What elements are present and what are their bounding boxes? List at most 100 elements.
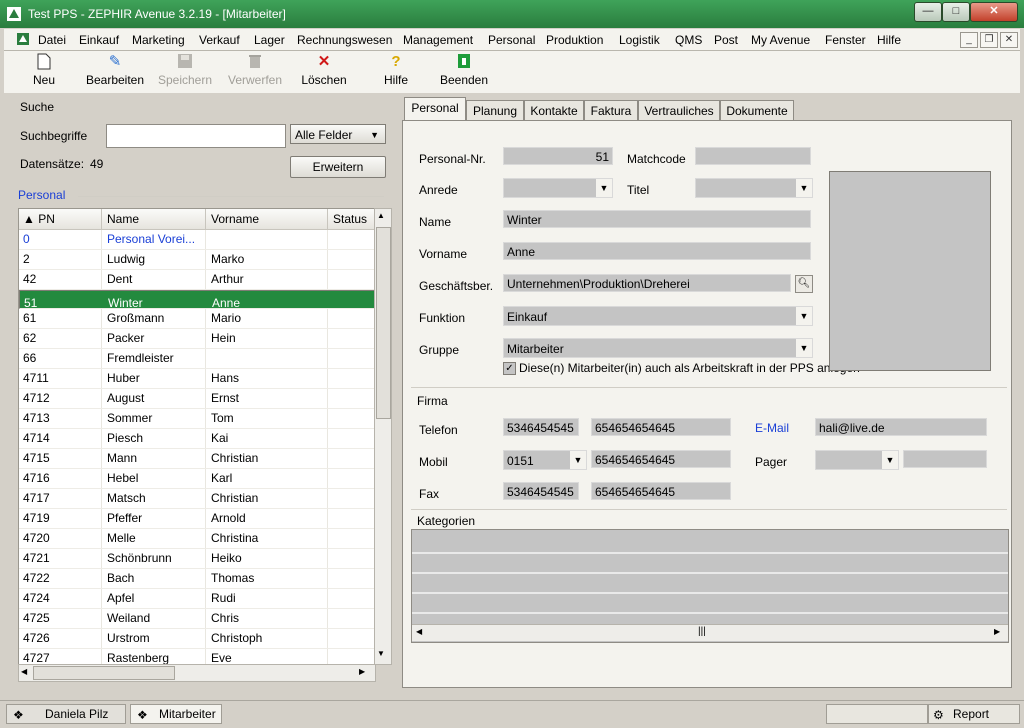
scroll-left-icon[interactable]: ◀ [416, 627, 422, 636]
table-row[interactable]: 4719 Pfeffer Arnold [19, 509, 375, 529]
scroll-thumb[interactable] [33, 666, 175, 680]
table-row[interactable]: 4725 Weiland Chris [19, 609, 375, 629]
menu-post[interactable]: Post [714, 33, 738, 47]
expand-button[interactable]: Erweitern [290, 156, 386, 178]
report-button[interactable]: ⚙ Report [928, 704, 1020, 724]
mdi-restore-button[interactable]: ❐ [980, 32, 998, 48]
telefon-area-field[interactable]: 5346454545 [503, 418, 579, 436]
search-filter-select[interactable]: Alle Felder ▼ [290, 124, 386, 144]
mdi-close-button[interactable]: ✕ [1000, 32, 1018, 48]
table-row[interactable]: 4724 Apfel Rudi [19, 589, 375, 609]
column-header-status[interactable]: Status [333, 212, 367, 226]
menu-lager[interactable]: Lager [254, 33, 285, 47]
gruppe-select[interactable]: Mitarbeiter ▼ [503, 338, 813, 358]
fax-area-field[interactable]: 5346454545 [503, 482, 579, 500]
anrede-select[interactable]: ▼ [503, 178, 613, 198]
mobil-prefix-select[interactable]: 0151 ▼ [503, 450, 587, 470]
maximize-button[interactable]: □ [942, 2, 970, 22]
new-button[interactable]: Neu [22, 53, 66, 91]
column-separator[interactable] [205, 209, 206, 229]
table-row[interactable]: 61 Großmann Mario [19, 309, 375, 329]
column-separator[interactable] [327, 209, 328, 229]
fax-number-field[interactable]: 654654654645 [591, 482, 731, 500]
column-header-name[interactable]: Name [107, 212, 139, 226]
menu-marketing[interactable]: Marketing [132, 33, 185, 47]
table-row[interactable]: 4715 Mann Christian [19, 449, 375, 469]
exit-button[interactable]: Beenden [436, 53, 492, 91]
personal-nr-field[interactable]: 51 [503, 147, 613, 165]
table-row[interactable]: 62 Packer Hein [19, 329, 375, 349]
table-row[interactable]: 4717 Matsch Christian [19, 489, 375, 509]
matchcode-field[interactable] [695, 147, 811, 165]
email-field[interactable]: hali@live.de [815, 418, 987, 436]
table-row[interactable]: 4713 Sommer Tom [19, 409, 375, 429]
employee-photo[interactable] [829, 171, 991, 371]
bereich-field[interactable]: Unternehmen\Produktion\Dreherei [503, 274, 791, 292]
table-row[interactable]: 4727 Rastenberg Eve [19, 649, 375, 664]
tab-kontakte[interactable]: Kontakte [524, 100, 584, 121]
table-row[interactable]: 4726 Urstrom Christoph [19, 629, 375, 649]
scroll-left-icon[interactable]: ◀ [21, 667, 27, 676]
menu-qms[interactable]: QMS [675, 33, 702, 47]
titel-select[interactable]: ▼ [695, 178, 813, 198]
search-input[interactable] [106, 124, 286, 148]
menu-produktion[interactable]: Produktion [546, 33, 603, 47]
horizontal-scrollbar[interactable]: ◀ ▶ [18, 664, 376, 682]
help-button[interactable]: ? Hilfe [376, 53, 416, 91]
table-row[interactable]: 51 Winter Anne [19, 290, 375, 310]
pager-number-field[interactable] [903, 450, 987, 468]
tab-personal[interactable]: Personal [404, 97, 466, 122]
mobil-number-field[interactable]: 654654654645 [591, 450, 731, 468]
save-button[interactable]: Speichern [154, 53, 216, 91]
tab-faktura[interactable]: Faktura [584, 100, 638, 121]
tab-vertrauliches[interactable]: Vertrauliches [638, 100, 720, 121]
pager-prefix-select[interactable]: ▼ [815, 450, 899, 470]
menu-hilfe[interactable]: Hilfe [877, 33, 901, 47]
close-button[interactable]: ✕ [970, 2, 1018, 22]
scroll-right-icon[interactable]: ▶ [359, 667, 365, 676]
table-row[interactable]: 42 Dent Arthur [19, 270, 375, 290]
edit-button[interactable]: ✎ Bearbeiten [82, 53, 148, 91]
vorname-field[interactable]: Anne [503, 242, 811, 260]
menu-verkauf[interactable]: Verkauf [199, 33, 240, 47]
window-tab-mitarbeiter[interactable]: ❖ Mitarbeiter [130, 704, 222, 724]
browse-button[interactable]: 🔍︎ [795, 275, 813, 293]
funktion-select[interactable]: Einkauf ▼ [503, 306, 813, 326]
menu-datei[interactable]: Datei [38, 33, 66, 47]
table-row[interactable]: 0 Personal Vorei... [19, 230, 375, 250]
user-status[interactable]: ❖ Daniela Pilz [6, 704, 126, 724]
document-icon[interactable] [16, 32, 30, 46]
menu-fenster[interactable]: Fenster [825, 33, 866, 47]
table-row[interactable]: 4712 August Ernst [19, 389, 375, 409]
table-row[interactable]: 66 Fremdleister [19, 349, 375, 369]
menu-rechnungswesen[interactable]: Rechnungswesen [297, 33, 392, 47]
menu-personal[interactable]: Personal [488, 33, 535, 47]
scroll-down-icon[interactable]: ▼ [377, 649, 385, 658]
menu-management[interactable]: Management [403, 33, 473, 47]
email-link[interactable]: E-Mail [755, 421, 789, 435]
menu-my-avenue[interactable]: My Avenue [751, 33, 810, 47]
table-row[interactable]: 4722 Bach Thomas [19, 569, 375, 589]
table-row[interactable]: 4716 Hebel Karl [19, 469, 375, 489]
scroll-up-icon[interactable]: ▲ [377, 211, 385, 220]
scroll-right-icon[interactable]: ▶ [994, 627, 1000, 636]
discard-button[interactable]: Verwerfen [224, 53, 286, 91]
delete-button[interactable]: ✕ Löschen [296, 53, 352, 91]
pps-checkbox[interactable]: ✓ [503, 362, 516, 375]
scroll-thumb[interactable] [376, 227, 391, 419]
name-field[interactable]: Winter [503, 210, 811, 228]
column-header-vorname[interactable]: Vorname [211, 212, 259, 226]
table-row[interactable]: 2 Ludwig Marko [19, 250, 375, 270]
kategorien-grid[interactable]: ◀ ||| ▶ [411, 529, 1009, 643]
title-bar[interactable]: Test PPS - ZEPHIR Avenue 3.2.19 - [Mitar… [0, 0, 1024, 28]
tab-planung[interactable]: Planung [466, 100, 524, 121]
telefon-number-field[interactable]: 654654654645 [591, 418, 731, 436]
table-row[interactable]: 4720 Melle Christina [19, 529, 375, 549]
column-separator[interactable] [101, 209, 102, 229]
horizontal-scrollbar[interactable]: ◀ ||| ▶ [412, 624, 1008, 641]
table-row[interactable]: 4711 Huber Hans [19, 369, 375, 389]
tab-dokumente[interactable]: Dokumente [720, 100, 794, 121]
table-row[interactable]: 4721 Schönbrunn Heiko [19, 549, 375, 569]
column-header-pn[interactable]: ▲ PN [23, 212, 55, 226]
vertical-scrollbar[interactable]: ▲ ▼ [374, 208, 392, 665]
